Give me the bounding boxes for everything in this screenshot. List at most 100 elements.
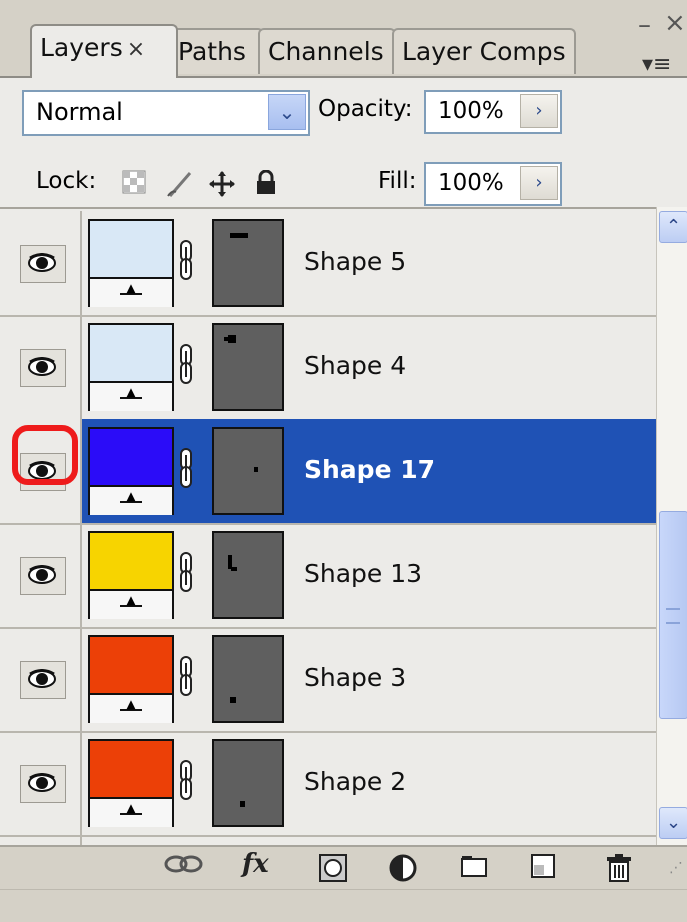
triangle-icon: ▲ xyxy=(120,490,142,503)
layer-thumbnail[interactable]: ▲ xyxy=(88,427,174,515)
mask-shape xyxy=(240,801,245,807)
lock-all-icon[interactable] xyxy=(254,169,278,202)
opacity-field[interactable]: 100% › xyxy=(424,90,562,134)
triangle-icon: ▲ xyxy=(120,802,142,815)
minimize-icon[interactable]: – xyxy=(638,10,651,40)
chain-link-icon[interactable] xyxy=(178,239,194,283)
chevron-down-icon[interactable]: ⌄ xyxy=(268,94,306,130)
layer-color-swatch xyxy=(90,429,172,485)
visibility-cell[interactable] xyxy=(0,315,82,419)
layer-name[interactable]: Shape 4 xyxy=(304,351,406,380)
layer-thumbnail[interactable]: ▲ xyxy=(88,635,174,723)
scroll-up-icon[interactable]: ⌃ xyxy=(659,211,687,243)
layer-name[interactable]: Shape 3 xyxy=(304,663,406,692)
lock-position-icon[interactable] xyxy=(208,170,236,204)
panel-tab-bar: Layers × Paths Channels Layer Comps – × ▾… xyxy=(0,0,687,78)
scroll-thumb[interactable] xyxy=(659,511,687,719)
new-layer-icon[interactable] xyxy=(530,853,556,886)
layer-thumbnail[interactable]: ▲ xyxy=(88,219,174,307)
vector-mask-thumbnail[interactable] xyxy=(212,427,284,515)
mask-shape xyxy=(254,467,258,472)
layer-row[interactable]: ▲ Shape 2 xyxy=(0,731,656,837)
vector-mask-thumbnail[interactable] xyxy=(212,531,284,619)
visibility-cell[interactable] xyxy=(0,523,82,627)
chain-link-icon[interactable] xyxy=(178,343,194,387)
lock-transparency-icon[interactable] xyxy=(122,170,146,200)
layer-row[interactable]: ▲ Shape 5 xyxy=(0,211,656,317)
lock-pixels-icon[interactable] xyxy=(166,170,194,204)
tab-layers[interactable]: Layers × xyxy=(30,24,178,78)
resize-grip-icon[interactable]: ⋰ xyxy=(669,860,683,876)
eye-icon[interactable] xyxy=(20,661,66,699)
layer-color-swatch xyxy=(90,637,172,693)
layer-name[interactable]: Shape 5 xyxy=(304,247,406,276)
layer-color-swatch xyxy=(90,221,172,277)
eye-icon[interactable] xyxy=(20,245,66,283)
fx-icon[interactable]: fx xyxy=(242,849,269,879)
link-icon[interactable] xyxy=(164,851,204,884)
vector-mask-thumbnail[interactable] xyxy=(212,323,284,411)
tab-paths[interactable]: Paths xyxy=(168,28,264,74)
fill-field[interactable]: 100% › xyxy=(424,162,562,206)
thumbnail-base: ▲ xyxy=(90,693,172,723)
layers-toolbar: fx xyxy=(0,845,687,891)
tab-layers-label: Layers xyxy=(40,33,123,62)
visibility-highlight-circle xyxy=(12,425,78,485)
chain-link-icon[interactable] xyxy=(178,759,194,803)
triangle-icon: ▲ xyxy=(120,282,142,295)
thumbnail-base: ▲ xyxy=(90,589,172,619)
chain-link-icon[interactable] xyxy=(178,551,194,595)
vector-mask-thumbnail[interactable] xyxy=(212,635,284,723)
layer-row[interactable]: ▲ Shape 3 xyxy=(0,627,656,733)
visibility-cell[interactable] xyxy=(0,211,82,315)
blend-mode-select[interactable]: Normal ⌄ xyxy=(22,90,310,136)
thumbnail-base: ▲ xyxy=(90,277,172,307)
mask-shape xyxy=(230,233,248,238)
tab-layer-comps[interactable]: Layer Comps xyxy=(392,28,576,74)
vector-mask-thumbnail[interactable] xyxy=(212,219,284,307)
triangle-icon: ▲ xyxy=(120,698,142,711)
layers-scrollbar[interactable]: ⌃ ⌄ xyxy=(656,207,687,845)
layers-panel: Layers × Paths Channels Layer Comps – × ▾… xyxy=(0,0,687,922)
layers-list: ▲ Shape 5 ▲ Shape 4 ▲ Shape 17 ▲ Shape 1… xyxy=(0,207,656,847)
eye-icon[interactable] xyxy=(20,557,66,595)
layer-thumbnail[interactable]: ▲ xyxy=(88,739,174,827)
vector-mask-thumbnail[interactable] xyxy=(212,739,284,827)
triangle-icon: ▲ xyxy=(120,594,142,607)
fill-value: 100% xyxy=(438,170,504,196)
chain-link-icon[interactable] xyxy=(178,655,194,699)
eye-icon[interactable] xyxy=(20,765,66,803)
visibility-cell[interactable] xyxy=(0,731,82,835)
layer-name[interactable]: Shape 13 xyxy=(304,559,422,588)
layer-name[interactable]: Shape 2 xyxy=(304,767,406,796)
folder-icon[interactable] xyxy=(460,853,488,886)
tab-close-icon[interactable]: × xyxy=(127,37,145,62)
eye-icon[interactable] xyxy=(20,349,66,387)
layer-color-swatch xyxy=(90,741,172,797)
opacity-slider-button[interactable]: › xyxy=(520,94,558,128)
panel-status-bar xyxy=(0,889,687,922)
tab-paths-label: Paths xyxy=(178,37,246,66)
scroll-grip-icon xyxy=(666,608,680,624)
close-icon[interactable]: × xyxy=(664,8,686,38)
trash-icon[interactable] xyxy=(606,853,632,890)
fill-slider-button[interactable]: › xyxy=(520,166,558,200)
layer-color-swatch xyxy=(90,325,172,381)
layer-thumbnail[interactable]: ▲ xyxy=(88,531,174,619)
panel-menu-icon[interactable]: ▾≡ xyxy=(642,52,671,77)
thumbnail-base: ▲ xyxy=(90,797,172,827)
mask-shape xyxy=(231,567,237,571)
triangle-icon: ▲ xyxy=(120,386,142,399)
tab-channels[interactable]: Channels xyxy=(258,28,396,74)
layer-name[interactable]: Shape 17 xyxy=(304,455,435,484)
adjustment-icon[interactable] xyxy=(388,853,418,890)
visibility-cell[interactable] xyxy=(0,627,82,731)
mask-icon[interactable] xyxy=(318,853,348,890)
blend-mode-value: Normal xyxy=(36,98,123,126)
scroll-down-icon[interactable]: ⌄ xyxy=(659,807,687,839)
chain-link-icon[interactable] xyxy=(178,447,194,491)
layer-row[interactable]: ▲ Shape 17 xyxy=(0,419,656,525)
layer-row[interactable]: ▲ Shape 13 xyxy=(0,523,656,629)
layer-thumbnail[interactable]: ▲ xyxy=(88,323,174,411)
layer-row[interactable]: ▲ Shape 4 xyxy=(0,315,656,421)
